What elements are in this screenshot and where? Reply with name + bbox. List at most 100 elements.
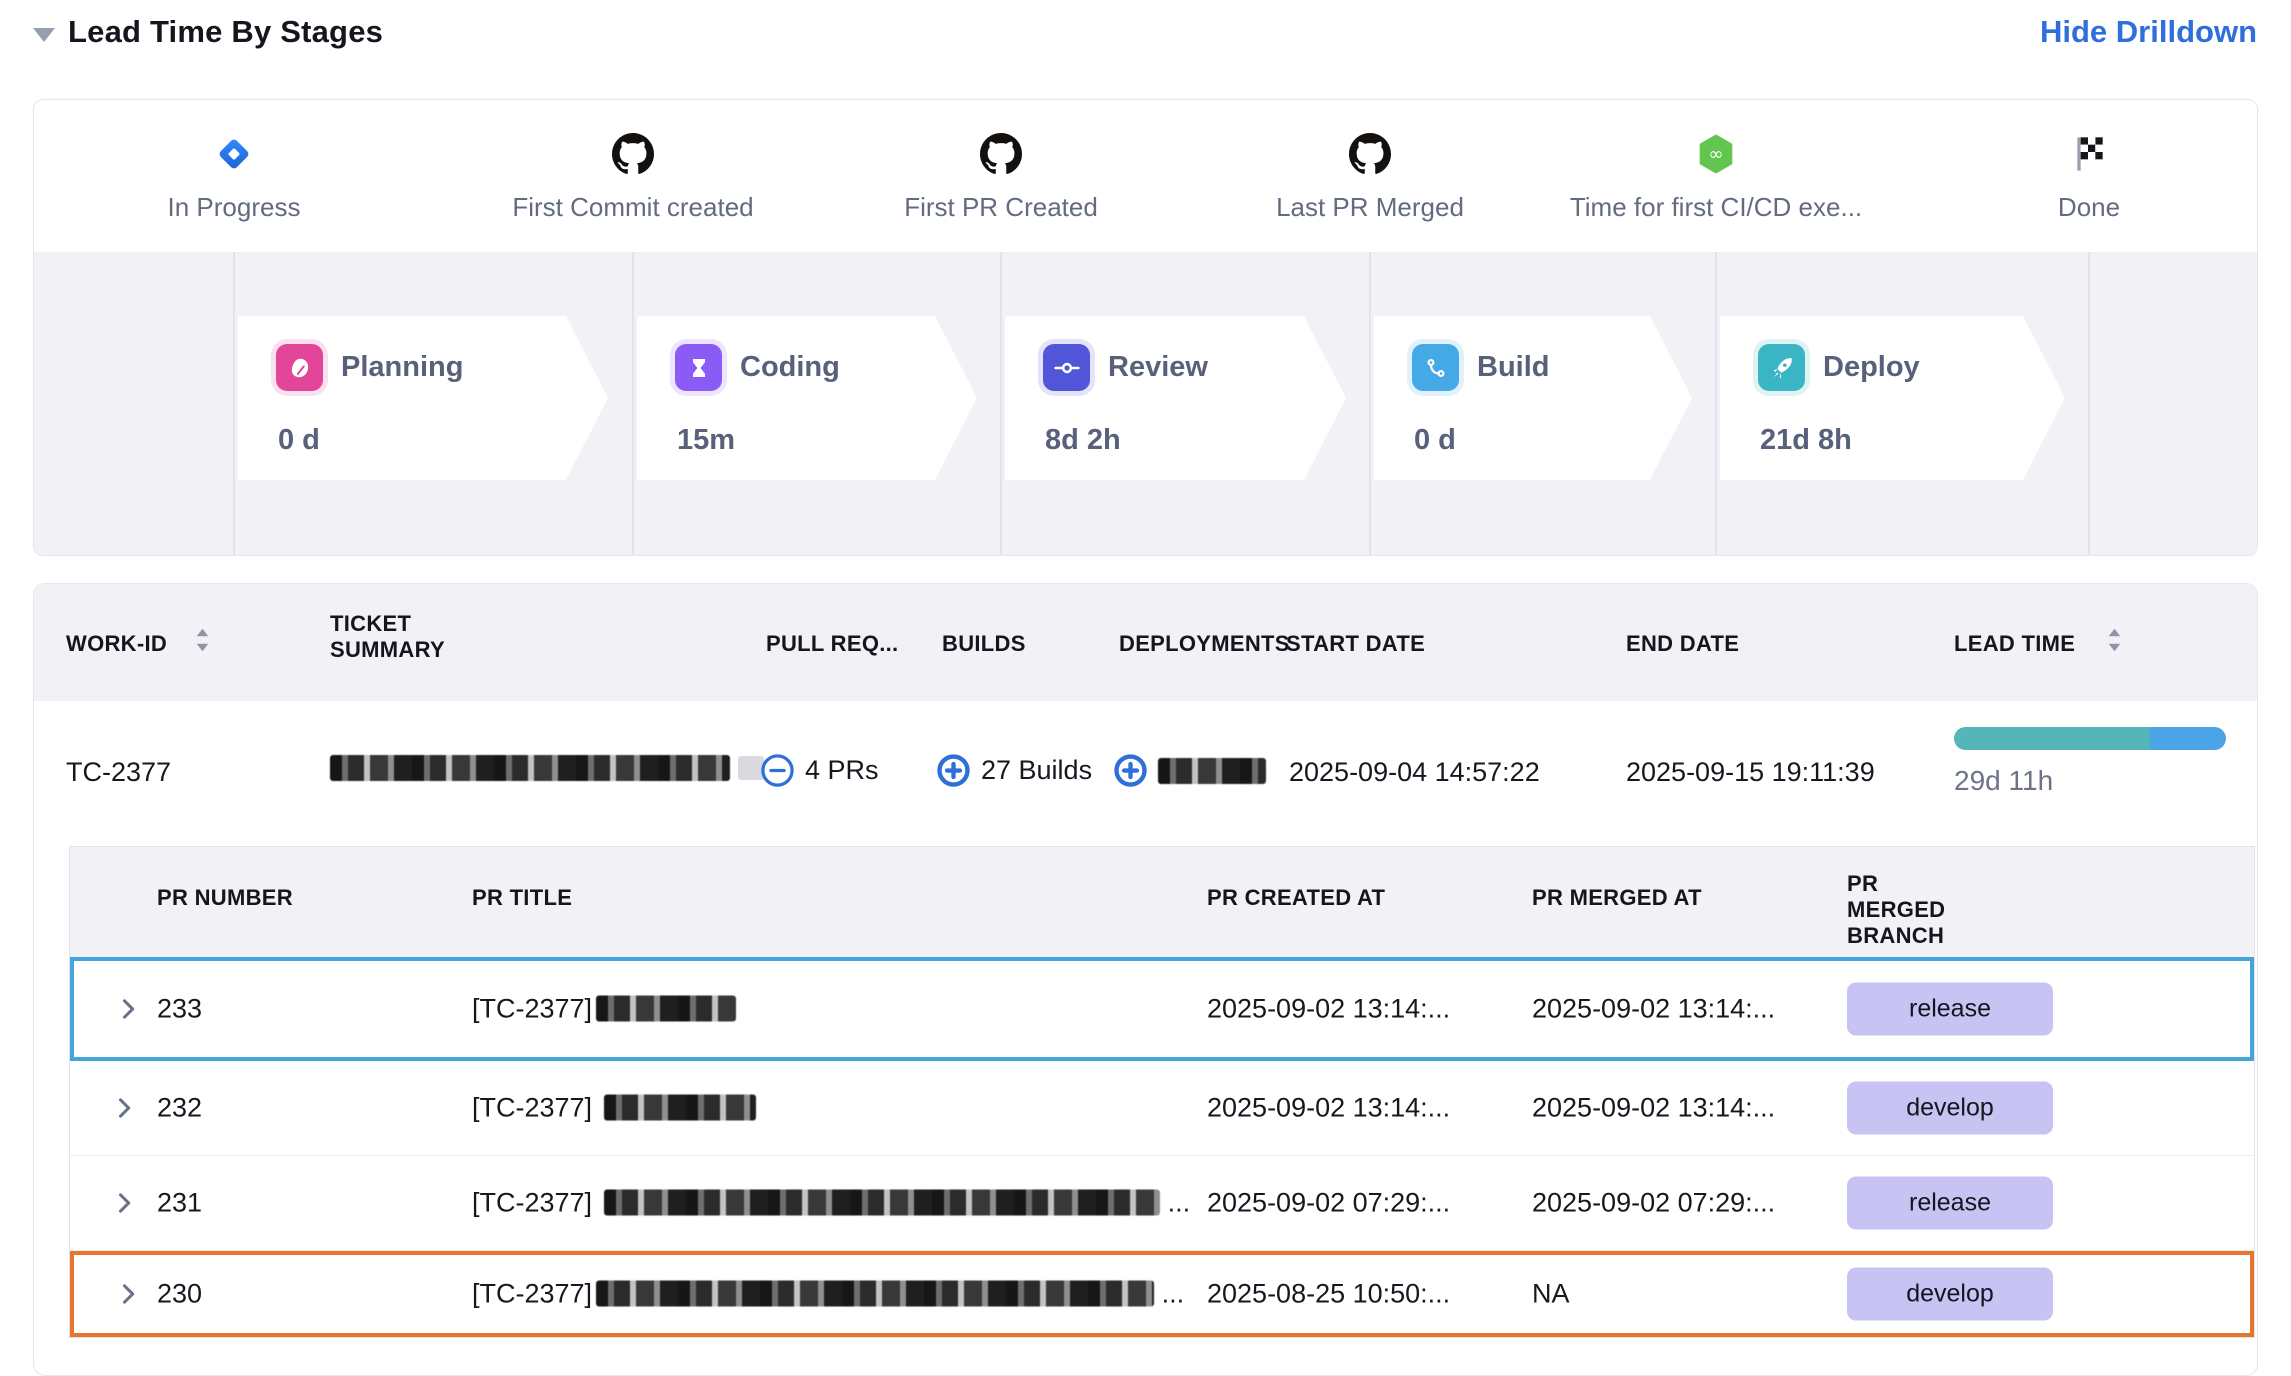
milestone-first-commit: First Commit created	[453, 130, 813, 223]
pr-created-at: 2025-09-02 13:14:...	[1207, 1093, 1450, 1124]
stage-duration: 0 d	[278, 424, 320, 457]
pr-title: [TC-2377] ...	[472, 1188, 1190, 1219]
start-date: 2025-09-04 14:57:22	[1289, 757, 1540, 788]
pr-merged-at: 2025-09-02 13:14:...	[1532, 994, 1775, 1025]
col-pr-merged-branch: PR MERGED BRANCH	[1847, 871, 1977, 949]
work-items-table-card: WORK-ID TICKET SUMMARY PULL REQ... BUILD…	[33, 583, 2258, 1376]
chevron-right-icon[interactable]	[114, 995, 142, 1023]
end-date: 2025-09-15 19:11:39	[1626, 757, 1875, 788]
page-title: Lead Time By Stages	[68, 14, 383, 50]
col-work-id: WORK-ID	[66, 631, 167, 657]
stage-duration: 0 d	[1414, 424, 1456, 457]
col-end-date: END DATE	[1626, 631, 1739, 657]
pr-title: [TC-2377]	[472, 1093, 756, 1124]
builds-cell[interactable]: 27 Builds	[936, 753, 1092, 788]
milestone-cicd: ∞ Time for first CI/CD exe...	[1536, 130, 1896, 223]
stage-deploy: Deploy 21d 8h	[1720, 316, 2065, 480]
deployments-cell[interactable]	[1113, 753, 1266, 788]
pr-number: 232	[157, 1093, 202, 1124]
chevron-right-icon[interactable]	[114, 1280, 142, 1308]
grid-line	[233, 252, 235, 556]
work-id: TC-2377	[66, 757, 171, 788]
stage-planning: Planning 0 d	[238, 316, 608, 480]
chevron-right-icon[interactable]	[110, 1094, 138, 1122]
col-builds: BUILDS	[942, 631, 1026, 657]
pr-merged-at: NA	[1532, 1279, 1570, 1310]
pr-merged-at: 2025-09-02 07:29:...	[1532, 1188, 1775, 1219]
pr-row-230[interactable]: 230 [TC-2377] ... 2025-08-25 10:50:... N…	[70, 1251, 2254, 1337]
pr-title: [TC-2377]	[472, 994, 736, 1025]
lead-time-value: 29d 11h	[1954, 765, 2053, 797]
commit-icon	[1043, 344, 1090, 391]
grid-line	[632, 252, 634, 556]
branch-badge: release	[1847, 983, 2053, 1036]
pr-row-231[interactable]: 231 [TC-2377] ... 2025-09-02 07:29:... 2…	[70, 1156, 2254, 1251]
svg-text:∞: ∞	[1708, 144, 1723, 165]
sort-icon[interactable]	[195, 625, 210, 660]
stage-duration: 21d 8h	[1760, 424, 1852, 457]
pr-title: [TC-2377] ...	[472, 1279, 1184, 1310]
col-pr-title: PR TITLE	[472, 885, 572, 911]
col-lead-time: LEAD TIME	[1954, 631, 2075, 657]
pipeline-branch-icon	[1412, 344, 1459, 391]
milestone-last-pr-merged: Last PR Merged	[1190, 130, 1550, 223]
stage-duration: 8d 2h	[1045, 424, 1121, 457]
hide-drilldown-link[interactable]: Hide Drilldown	[2040, 14, 2257, 50]
deployments-redacted	[1158, 758, 1266, 784]
stage-coding: Coding 15m	[637, 316, 977, 480]
pr-table: PR NUMBER PR TITLE PR CREATED AT PR MERG…	[69, 846, 2255, 1338]
github-icon	[1190, 130, 1550, 178]
branch-badge: release	[1847, 1177, 2053, 1230]
col-pr-number: PR NUMBER	[157, 885, 293, 911]
stage-zone: Planning 0 d Coding 15m Review 8d 2h	[34, 252, 2257, 556]
branch-badge: develop	[1847, 1082, 2053, 1135]
pr-created-at: 2025-09-02 13:14:...	[1207, 994, 1450, 1025]
pr-merged-at: 2025-09-02 13:14:...	[1532, 1093, 1775, 1124]
col-deployments: DEPLOYMENTS	[1119, 631, 1290, 657]
stage-build: Build 0 d	[1374, 316, 1692, 480]
github-icon	[821, 130, 1181, 178]
milestone-done: Done	[1909, 130, 2258, 223]
col-start-date: START DATE	[1286, 631, 1425, 657]
pr-created-at: 2025-09-02 07:29:...	[1207, 1188, 1450, 1219]
work-table-header: WORK-ID TICKET SUMMARY PULL REQ... BUILD…	[34, 584, 2257, 701]
pr-number: 230	[157, 1279, 202, 1310]
col-ticket-summary: TICKET SUMMARY	[330, 611, 470, 663]
collapse-triangle-icon[interactable]	[33, 28, 55, 42]
col-pr-merged-at: PR MERGED AT	[1532, 885, 1702, 911]
milestone-first-pr: First PR Created	[821, 130, 1181, 223]
pull-requests-cell[interactable]: 4 PRs	[760, 753, 879, 788]
col-pr-created-at: PR CREATED AT	[1207, 885, 1385, 911]
stage-duration: 15m	[677, 424, 735, 457]
plus-circle-icon	[1113, 753, 1148, 788]
lead-time-pipeline-card: In Progress First Commit created First P…	[33, 99, 2258, 556]
pr-created-at: 2025-08-25 10:50:...	[1207, 1279, 1450, 1310]
work-item-row[interactable]: TC-2377 4 PRs 27 Builds 2025-09-04 14:57…	[34, 701, 2257, 846]
drilldown-header: Lead Time By Stages Hide Drilldown	[0, 0, 2291, 90]
ticket-summary-redacted	[330, 753, 764, 784]
milestone-in-progress: In Progress	[54, 130, 414, 223]
jira-icon	[54, 130, 414, 178]
pr-number: 233	[157, 994, 202, 1025]
pr-row-233[interactable]: 233 [TC-2377] 2025-09-02 13:14:... 2025-…	[70, 957, 2254, 1061]
checkered-flag-icon	[1909, 130, 2258, 178]
pr-row-232[interactable]: 232 [TC-2377] 2025-09-02 13:14:... 2025-…	[70, 1061, 2254, 1156]
col-pull-requests: PULL REQ...	[766, 631, 898, 657]
pr-number: 231	[157, 1188, 202, 1219]
grid-line	[1000, 252, 1002, 556]
github-icon	[453, 130, 813, 178]
stage-review: Review 8d 2h	[1005, 316, 1346, 480]
chevron-right-icon[interactable]	[110, 1189, 138, 1217]
branch-badge: develop	[1847, 1268, 2053, 1321]
grid-line	[1715, 252, 1717, 556]
sort-icon[interactable]	[2107, 625, 2122, 660]
cicd-icon: ∞	[1536, 130, 1896, 178]
plus-circle-icon	[936, 753, 971, 788]
rocket-icon	[1758, 344, 1805, 391]
grid-line	[2088, 252, 2090, 556]
pr-table-header: PR NUMBER PR TITLE PR CREATED AT PR MERG…	[70, 847, 2254, 957]
grid-line	[1369, 252, 1371, 556]
planning-leaf-icon	[276, 344, 323, 391]
minus-circle-icon	[760, 753, 795, 788]
lead-time-bar	[1954, 727, 2226, 750]
